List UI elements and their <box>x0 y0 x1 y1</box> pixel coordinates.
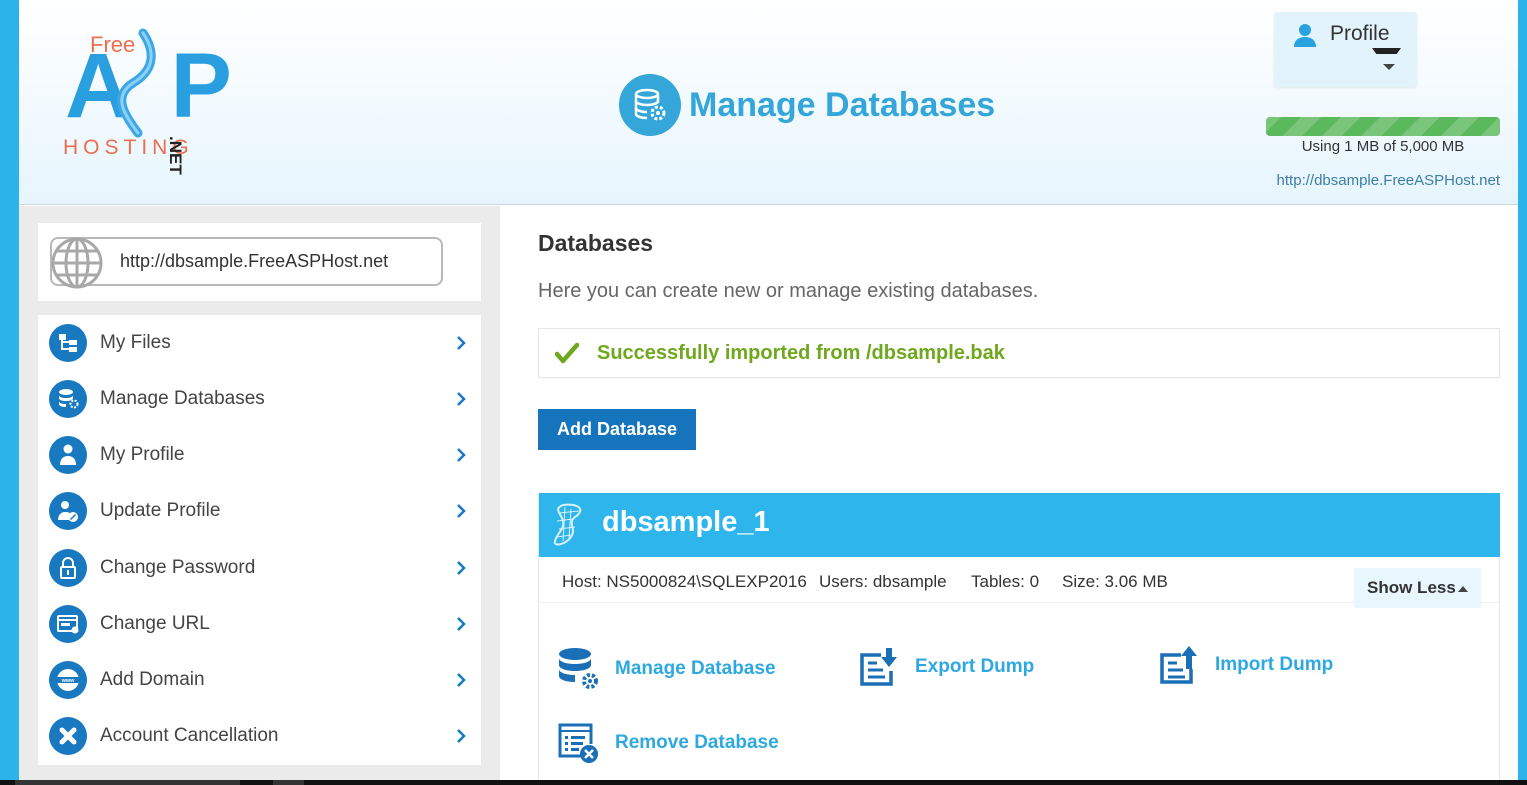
sidebar-item-manage-databases[interactable]: Manage Databases <box>38 371 481 427</box>
sidebar-item-my-profile[interactable]: My Profile <box>38 427 481 483</box>
lock-icon <box>49 549 87 587</box>
taskbar-segment <box>273 780 304 785</box>
header: Free A P HOSTING .NET Manage Databases P… <box>19 0 1518 205</box>
user-icon <box>49 436 87 474</box>
show-less-label: Show Less <box>1367 578 1456 597</box>
export-dump-label: Export Dump <box>915 656 1035 677</box>
manage-database-label: Manage Database <box>615 658 776 679</box>
sidebar-item-label: My Files <box>100 332 171 353</box>
chevron-right-icon <box>457 448 466 462</box>
checkmark-icon <box>555 342 579 364</box>
database-name: dbsample_1 <box>602 506 770 538</box>
sidebar-item-label: Change Password <box>100 557 256 578</box>
database-users: Users: dbsample <box>819 572 947 591</box>
logo[interactable]: Free A P HOSTING .NET <box>61 28 232 175</box>
success-alert: Successfully imported from /dbsample.bak <box>538 328 1500 378</box>
database-meta: Host: NS5000824\SQLEXP2016 Users: dbsamp… <box>539 557 1500 608</box>
page-title: Manage Databases <box>689 85 996 124</box>
close-circle-icon <box>49 717 87 755</box>
storage-quota-bar <box>1266 117 1500 136</box>
chevron-right-icon <box>457 504 466 518</box>
sidebar-item-add-domain[interactable]: www Add Domain <box>38 652 481 708</box>
storage-quota-text: Using 1 MB of 5,000 MB <box>1301 138 1465 155</box>
chevron-right-icon <box>457 673 466 687</box>
logo-net-text: .NET <box>166 136 185 175</box>
profile-underline <box>1372 48 1401 54</box>
database-card-header: dbsample_1 <box>539 493 1500 557</box>
sidebar-item-update-profile[interactable]: Update Profile <box>38 483 481 539</box>
page-heading: Manage Databases <box>619 73 995 137</box>
section-description: Here you can create new or manage existi… <box>538 280 1039 302</box>
chevron-right-icon <box>457 336 466 350</box>
sidebar: http://dbsample.FreeASPHost.net My Files… <box>19 206 500 780</box>
sidebar-item-change-url[interactable]: Change URL <box>38 596 481 652</box>
caret-up-icon <box>1457 585 1468 592</box>
chevron-right-icon <box>457 617 466 631</box>
sidebar-item-label: Manage Databases <box>100 388 265 409</box>
database-host: Host: NS5000824\SQLEXP2016 <box>562 572 807 591</box>
chevron-right-icon <box>457 561 466 575</box>
site-url-link[interactable]: http://dbsample.FreeASPHost.net <box>1266 172 1500 189</box>
section-heading: Databases <box>538 230 654 256</box>
success-alert-text: Successfully imported from /dbsample.bak <box>597 341 1005 364</box>
site-url-text: http://dbsample.FreeASPHost.net <box>120 251 389 271</box>
database-size: Size: 3.06 MB <box>1062 572 1168 591</box>
taskbar-strip <box>0 780 1527 785</box>
sidebar-menu: My Files Manage Databases My Profile Upd… <box>38 315 481 765</box>
sidebar-item-label: My Profile <box>100 444 185 465</box>
file-tree-icon <box>49 324 87 362</box>
remove-list-icon <box>558 723 598 763</box>
database-card: dbsample_1 Host: NS5000824\SQLEXP2016 Us… <box>538 493 1500 780</box>
logo-ribbon-icon <box>117 28 156 138</box>
chevron-right-icon <box>457 729 466 743</box>
user-icon <box>1294 24 1316 47</box>
database-gear-icon <box>49 380 87 418</box>
taskbar-segment <box>15 780 240 785</box>
import-dump-link[interactable]: Import Dump <box>1159 645 1333 685</box>
profile-label: Profile <box>1330 22 1390 45</box>
site-url-display[interactable]: http://dbsample.FreeASPHost.net <box>50 237 443 289</box>
database-gear-icon <box>559 648 598 689</box>
remove-database-link[interactable]: Remove Database <box>557 722 779 764</box>
svg-text:www: www <box>61 678 76 684</box>
show-less-toggle[interactable]: Show Less <box>1354 568 1481 608</box>
globe-icon <box>51 237 103 289</box>
user-edit-icon <box>49 492 87 530</box>
import-icon <box>1160 646 1197 684</box>
manage-database-link[interactable]: Manage Database <box>557 647 776 691</box>
sql-server-icon <box>553 503 582 546</box>
chevron-down-icon <box>1383 64 1395 70</box>
main-content: Databases Here you can create new or man… <box>501 206 1518 780</box>
app-window: Free A P HOSTING .NET Manage Databases P… <box>19 0 1518 780</box>
database-gear-icon <box>619 74 681 136</box>
sidebar-item-label: Add Domain <box>100 669 205 690</box>
sidebar-item-label: Account Cancellation <box>100 725 279 746</box>
sidebar-item-label: Update Profile <box>100 500 221 521</box>
site-url-card: http://dbsample.FreeASPHost.net <box>38 223 481 301</box>
sidebar-item-my-files[interactable]: My Files <box>38 315 481 371</box>
export-dump-link[interactable]: Export Dump <box>859 647 1034 687</box>
database-tables: Tables: 0 <box>971 572 1040 591</box>
profile-dropdown[interactable]: Profile <box>1274 12 1417 87</box>
sidebar-item-account-cancellation[interactable]: Account Cancellation <box>38 708 481 764</box>
chevron-right-icon <box>457 392 466 406</box>
sidebar-item-label: Change URL <box>100 613 210 634</box>
export-icon <box>860 648 897 686</box>
sidebar-item-change-password[interactable]: Change Password <box>38 540 481 596</box>
storage-quota-fill <box>1266 117 1500 136</box>
remove-database-label: Remove Database <box>615 732 779 753</box>
www-window-icon <box>49 605 87 643</box>
import-dump-label: Import Dump <box>1215 654 1334 675</box>
www-globe-icon: www <box>49 661 87 699</box>
add-database-button[interactable]: Add Database <box>538 409 696 450</box>
